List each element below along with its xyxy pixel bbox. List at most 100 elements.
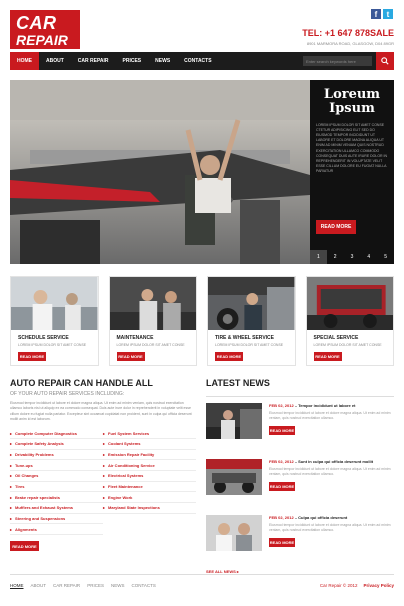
arrow-icon: ▸	[10, 462, 13, 468]
service-title: SCHEDULE SERVICE	[18, 335, 69, 341]
list-item[interactable]: ▸ Fuel System Services	[103, 428, 196, 439]
footer-link-home[interactable]: HOME	[10, 583, 24, 588]
hero-read-more-button[interactable]: READ MORE	[316, 220, 356, 234]
nav-about[interactable]: ABOUT	[39, 52, 71, 70]
footer-link-contacts[interactable]: CONTACTS	[131, 583, 155, 588]
list-item[interactable]: ▸ Drivability Problems	[10, 450, 103, 461]
divider	[206, 396, 394, 397]
privacy-policy-link[interactable]: Privacy Policy	[363, 583, 394, 588]
news-text: Eiusmod tempor incididunt ut labore et d…	[269, 411, 391, 420]
logo-line-2: REPAIR	[16, 32, 68, 48]
nav-prices[interactable]: PRICES	[116, 52, 149, 70]
repair-intro: Eiusmod tempor incididunt ut labore et d…	[10, 401, 192, 421]
list-item[interactable]: ▸ Brake repair specialists	[10, 492, 103, 503]
repair-subtitle: OF YOUR AUTO REPAIR SERVICES INCLUDING:	[10, 391, 125, 397]
nav-news[interactable]: NEWS	[148, 52, 177, 70]
arrow-icon: ▸	[103, 483, 106, 489]
list-item[interactable]: ▸ Electrical Systems	[103, 471, 196, 482]
footer-link-car-repair[interactable]: CAR REPAIR	[53, 583, 80, 588]
arrow-icon: ▸	[103, 473, 106, 479]
list-item[interactable]: ▸ Alignments	[10, 524, 103, 536]
news-heading: FEB 02, 2012 – Tempor incididunt ut labo…	[269, 403, 394, 408]
news-read-more-button[interactable]: READ MORE	[269, 482, 295, 491]
nav-home[interactable]: HOME	[10, 52, 39, 70]
service-card: TIRE & WHEEL SERVICE LOREM IPSUM DOLOR S…	[207, 276, 296, 366]
service-title: MAINTENANCE	[116, 335, 154, 341]
footer: HOME ABOUT CAR REPAIR PRICES NEWS CONTAC…	[10, 583, 394, 588]
list-item[interactable]: ▸ Coolant Systems	[103, 439, 196, 450]
slide-page-4[interactable]: 4	[360, 250, 377, 264]
news-thumbnail[interactable]	[206, 459, 262, 495]
news-item: FEB 02, 2012 – Tempor incididunt ut labo…	[206, 403, 394, 453]
list-item[interactable]: ▸ Mufflers and Exhaust Systems	[10, 503, 103, 514]
service-card: SPECIAL SERVICE LOREM IPSUM DOLOR SIT AM…	[305, 276, 394, 366]
list-item[interactable]: ▸ Maryland State Inspections	[103, 503, 196, 514]
news-headline[interactable]: – Culpa qui officia deserunt	[295, 515, 347, 520]
news-item: FEB 02, 2012 – Culpa qui officia deserun…	[206, 515, 394, 565]
service-read-more-button[interactable]: READ MORE	[215, 352, 243, 361]
news-item: FEB 02, 2012 – Sunt in culpa qui officia…	[206, 459, 394, 509]
list-item[interactable]: ▸ Air Conditioning Service	[103, 460, 196, 471]
news-thumbnail[interactable]	[206, 403, 262, 439]
search-input[interactable]: Enter search keywords here	[303, 56, 372, 66]
social-links: f t	[371, 9, 393, 19]
service-read-more-button[interactable]: READ MORE	[18, 352, 46, 361]
slide-page-5[interactable]: 5	[377, 250, 394, 264]
copyright: Car Repair © 2012	[319, 583, 358, 588]
list-item[interactable]: ▸ Complete Computer Diagnostics	[10, 428, 103, 439]
list-item[interactable]: ▸ Steering and Suspensions	[10, 514, 103, 525]
news-date: FEB 02, 2012	[269, 403, 294, 408]
arrow-icon: ▸	[103, 441, 106, 447]
list-item[interactable]: ▸ Engine Work	[103, 492, 196, 503]
service-text: LOREM IPSUM DOLOR SIT AMET CONSE	[116, 343, 185, 347]
repair-read-more-button[interactable]: READ MORE	[10, 541, 39, 552]
search-button[interactable]	[376, 52, 394, 70]
list-item[interactable]: ▸ Complete Safety Analysis	[10, 439, 103, 450]
slide-page-3[interactable]: 3	[344, 250, 361, 264]
service-title: SPECIAL SERVICE	[313, 335, 359, 341]
news-body: FEB 02, 2012 – Culpa qui officia deserun…	[269, 515, 394, 565]
phone-number: TEL: +1 647 878SALE	[302, 28, 394, 38]
arrow-icon: ▸	[10, 526, 13, 532]
news-thumbnail[interactable]	[206, 515, 262, 551]
news-section: LATEST NEWS FEB 02, 2012 – Tempor incidi…	[206, 378, 394, 574]
service-read-more-button[interactable]: READ MORE	[313, 352, 342, 361]
service-text: LOREM IPSUM DOLOR SIT AMET CONSE	[313, 343, 382, 347]
slide-page-2[interactable]: 2	[327, 250, 344, 264]
footer-link-prices[interactable]: PRICES	[87, 583, 104, 588]
news-read-more-button[interactable]: READ MORE	[269, 426, 295, 435]
slider-pagination: 1 2 3 4 5	[310, 250, 394, 264]
news-date: FEB 02, 2012	[269, 459, 294, 464]
main-nav: HOME ABOUT CAR REPAIR PRICES NEWS CONTAC…	[10, 52, 394, 70]
arrow-icon: ▸	[10, 473, 13, 479]
list-item[interactable]: ▸ Oil Changes	[10, 471, 103, 482]
news-body: FEB 02, 2012 – Tempor incididunt ut labo…	[269, 403, 394, 453]
service-text: LOREM IPSUM DOLOR SIT AMET CONSE	[215, 343, 284, 347]
nav-contacts[interactable]: CONTACTS	[177, 52, 218, 70]
logo-line-1: CAR	[16, 13, 57, 33]
news-heading: FEB 02, 2012 – Sunt in culpa qui officia…	[269, 459, 394, 464]
twitter-icon[interactable]: t	[383, 9, 393, 19]
footer-link-news[interactable]: NEWS	[111, 583, 125, 588]
list-item[interactable]: ▸ Tires	[10, 482, 103, 493]
arrow-icon: ▸	[10, 516, 13, 522]
list-item[interactable]: ▸ Fleet Maintenance	[103, 482, 196, 493]
repair-list-right: ▸ Fuel System Services ▸ Coolant Systems ▸…	[103, 428, 196, 535]
service-image	[306, 277, 393, 330]
list-item[interactable]: ▸ Tune-ups	[10, 460, 103, 471]
nav-car-repair[interactable]: CAR REPAIR	[71, 52, 116, 70]
news-read-more-button[interactable]: READ MORE	[269, 538, 295, 547]
site-logo[interactable]: CAR REPAIR	[10, 10, 80, 49]
footer-link-about[interactable]: ABOUT	[31, 583, 47, 588]
service-read-more-button[interactable]: READ MORE	[116, 352, 145, 361]
hero-caption: Loreum Ipsum LOREM IPSUM DOLOR SIT AMET …	[310, 80, 394, 264]
facebook-icon[interactable]: f	[371, 9, 381, 19]
service-image	[11, 277, 98, 330]
news-headline[interactable]: – Tempor incididunt ut labore et	[295, 403, 356, 408]
arrow-icon: ▸	[103, 462, 106, 468]
address: 8901 MARMORA ROAD, GLASGOW, D04 89GR	[306, 41, 394, 46]
news-headline[interactable]: – Sunt in culpa qui officia deserunt mol…	[295, 459, 373, 464]
list-item[interactable]: ▸ Emission Repair Facility	[103, 450, 196, 461]
slide-page-1[interactable]: 1	[310, 250, 327, 264]
arrow-icon: ▸	[10, 494, 13, 500]
